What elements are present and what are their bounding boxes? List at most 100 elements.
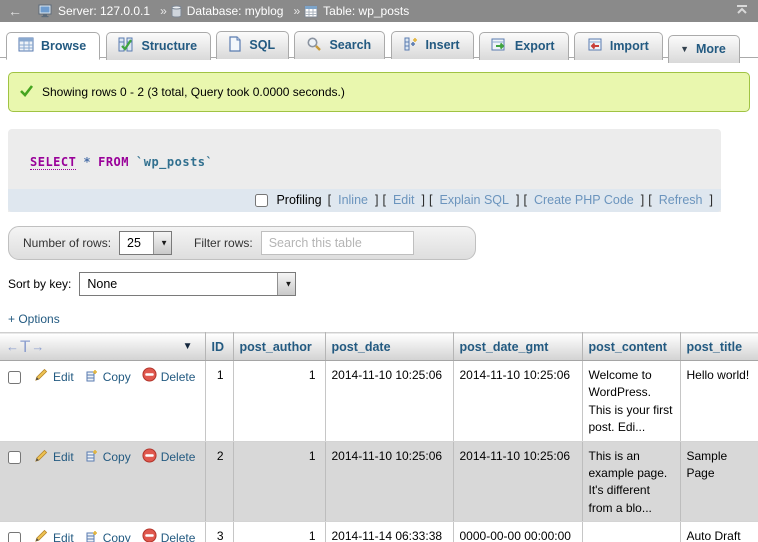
sql-icon [228,36,242,55]
pencil-icon [34,367,49,387]
column-header-post-date-gmt[interactable]: post_date_gmt [453,333,582,361]
cell-post-author: 1 [233,361,325,442]
bracket: ] [516,193,519,207]
edit-row-link[interactable]: Edit [34,448,74,468]
bracket: [ [328,193,331,207]
sort-select-wrap: None [79,272,296,296]
delete-label: Delete [161,449,196,466]
edit-label: Edit [53,449,74,466]
delete-row-link[interactable]: Delete [142,528,196,542]
options-toggle-link[interactable]: + Options [8,312,60,326]
copy-label: Copy [103,369,131,386]
filter-rows-input[interactable] [261,231,414,255]
tab-export-label: Export [515,39,555,53]
row-checkbox[interactable] [8,451,21,464]
delete-row-link[interactable]: Delete [142,448,196,468]
sort-by-key-label: Sort by key: [8,277,71,291]
profiling-label: Profiling [276,193,321,207]
cell-id: 1 [205,361,233,442]
cell-id: 3 [205,522,233,542]
tab-insert-label: Insert [426,38,460,52]
sql-keyword-from: FROM [98,155,129,169]
bracket: ] [375,193,378,207]
profiling-checkbox[interactable] [255,194,268,207]
breadcrumb-table[interactable]: Table: wp_posts [304,4,409,18]
tab-insert[interactable]: Insert [391,31,474,59]
column-header-post-title[interactable]: post_title [680,333,758,361]
copy-row-link[interactable]: Copy [85,368,131,387]
row-controls-bar: Number of rows: 25 Filter rows: [8,226,476,260]
row-actions-cell: Edit Copy Delete [0,441,205,522]
chevron-down-icon: ▼ [680,44,689,54]
table-row: Edit Copy Delete 2 1 2014-11-10 10:25:06… [0,441,758,522]
transpose-icon[interactable]: ← T → [6,338,44,355]
number-of-rows-select[interactable]: 25 [119,231,172,255]
edit-label: Edit [53,530,74,542]
rows-select-wrap: 25 [119,231,172,255]
row-checkbox[interactable] [8,371,21,384]
sql-keyword-select[interactable]: SELECT [30,155,76,170]
actions-header: ← T → ▼ [0,333,205,361]
inline-link[interactable]: Inline [338,193,368,207]
delete-icon [142,367,157,387]
sql-table-name: `wp_posts` [136,155,213,169]
copy-label: Copy [103,449,131,466]
cell-post-content: This is an example page. It's different … [582,441,680,522]
tab-search[interactable]: Search [294,31,385,59]
edit-query-link[interactable]: Edit [393,193,415,207]
tab-structure[interactable]: Structure [106,32,212,60]
tab-browse[interactable]: Browse [6,32,100,60]
edit-row-link[interactable]: Edit [34,367,74,387]
breadcrumb-database[interactable]: Database: myblog [171,4,284,18]
tab-export[interactable]: Export [479,32,569,60]
number-of-rows-label: Number of rows: [23,236,111,250]
edit-label: Edit [53,369,74,386]
cell-post-date: 2014-11-10 10:25:06 [325,361,453,442]
insert-icon [403,36,419,55]
breadcrumb-server[interactable]: Server: 127.0.0.1 [38,4,150,18]
tab-browse-label: Browse [41,39,86,53]
copy-icon [85,368,99,387]
tab-import-label: Import [610,39,649,53]
cell-post-date-gmt: 2014-11-10 10:25:06 [453,361,582,442]
copy-row-link[interactable]: Copy [85,529,131,542]
tab-sql-label: SQL [249,38,275,52]
sort-by-key-select[interactable]: None [79,272,296,296]
tab-import[interactable]: Import [574,32,663,60]
table-row: Edit Copy Delete 1 1 2014-11-10 10:25:06… [0,361,758,442]
copy-icon [85,448,99,467]
cell-post-date-gmt: 2014-11-10 10:25:06 [453,441,582,522]
row-checkbox[interactable] [8,532,21,542]
edit-row-link[interactable]: Edit [34,528,74,542]
tab-sql[interactable]: SQL [216,31,289,59]
tab-more-label: More [696,42,726,56]
delete-row-link[interactable]: Delete [142,367,196,387]
copy-row-link[interactable]: Copy [85,448,131,467]
back-arrow-icon[interactable]: ← [8,3,22,19]
create-php-code-link[interactable]: Create PHP Code [534,193,634,207]
table-icon [304,5,318,18]
delete-label: Delete [161,369,196,386]
transpose-left-arrow: ← [6,339,19,354]
delete-icon [142,448,157,468]
collapse-panel-icon[interactable] [734,4,750,19]
bracket: [ [382,193,385,207]
column-header-post-author[interactable]: post_author [233,333,325,361]
cell-post-author: 1 [233,441,325,522]
refresh-link[interactable]: Refresh [659,193,703,207]
table-header-row: ← T → ▼ ID post_author post_date post_da… [0,333,758,361]
sort-menu-icon[interactable]: ▼ [183,341,193,352]
bracket: [ [429,193,432,207]
column-header-post-content[interactable]: post_content [582,333,680,361]
transpose-right-arrow: → [31,339,44,354]
sql-query-box: SELECT*FROM`wp_posts` Profiling [Inline]… [8,129,721,212]
cell-post-content [582,522,680,542]
cell-post-date: 2014-11-10 10:25:06 [325,441,453,522]
column-header-id[interactable]: ID [205,333,233,361]
tab-more[interactable]: ▼ More [668,35,740,63]
query-options-bar: Profiling [Inline] [Edit] [Explain SQL] … [8,189,721,212]
browse-icon [18,37,34,55]
explain-sql-link[interactable]: Explain SQL [439,193,508,207]
column-header-post-date[interactable]: post_date [325,333,453,361]
cell-post-title: Sample Page [680,441,758,522]
